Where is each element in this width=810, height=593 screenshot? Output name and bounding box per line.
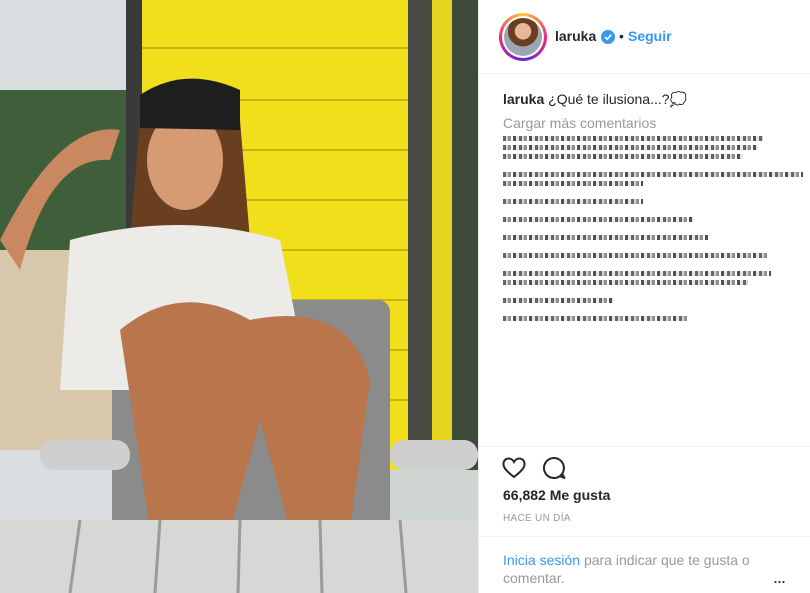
caption-username[interactable]: laruka [503, 91, 544, 107]
follow-button[interactable]: Seguir [628, 28, 672, 44]
verified-badge-icon [601, 30, 615, 44]
blurred-comment [503, 253, 768, 258]
blurred-comment [503, 172, 803, 177]
login-prompt: Inicia sesión para indicar que te gusta … [479, 536, 810, 587]
caption-text: ¿Qué te ilusiona...?💭 [548, 91, 687, 107]
caption: laruka ¿Qué te ilusiona...?💭 [503, 90, 793, 108]
post-photo[interactable] [0, 0, 478, 593]
post-actions: 66,882 Me gusta HACE UN DÍA Inicia sesió… [479, 446, 810, 593]
post-header: laruka • Seguir [479, 0, 810, 74]
photo-scene [0, 0, 478, 593]
likes-count[interactable]: 66,882 Me gusta [503, 487, 610, 503]
post-panel: laruka • Seguir laruka ¿Qué te ilusiona.… [478, 0, 810, 593]
heart-icon[interactable] [501, 455, 527, 481]
blurred-comment [503, 217, 693, 222]
blurred-comment [503, 271, 771, 276]
blurred-comment [503, 136, 763, 141]
header-username[interactable]: laruka [555, 28, 596, 44]
blurred-comments [503, 136, 803, 321]
blurred-comment [503, 235, 708, 240]
separator-dot: • [619, 28, 624, 44]
blurred-comment [503, 316, 688, 321]
login-link[interactable]: Inicia sesión [503, 552, 580, 568]
avatar[interactable] [499, 13, 547, 61]
comment-icon[interactable] [541, 455, 567, 481]
blurred-comment [503, 199, 643, 204]
load-more-comments[interactable]: Cargar más comentarios [503, 114, 793, 132]
blurred-comment [503, 298, 613, 303]
more-options-icon[interactable]: ... [773, 567, 786, 588]
post-timestamp[interactable]: HACE UN DÍA [503, 513, 571, 524]
comments-section: laruka ¿Qué te ilusiona...?💭 Cargar más … [503, 90, 803, 321]
